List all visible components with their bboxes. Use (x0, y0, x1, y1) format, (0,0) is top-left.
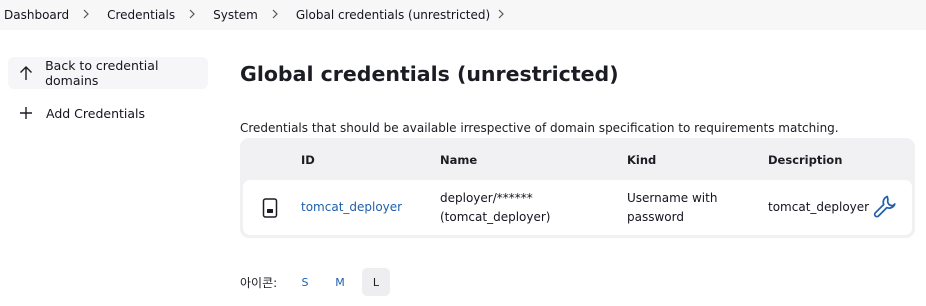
sidebar-item-label: Add Credentials (46, 105, 146, 121)
table-row: tomcat_deployer deployer/****** (tomcat_… (243, 180, 912, 235)
icon-size-medium-button[interactable]: M (326, 268, 354, 296)
icon-size-large-button[interactable]: L (362, 268, 390, 296)
column-header-description[interactable]: Description (768, 153, 842, 167)
breadcrumb-item-dashboard[interactable]: Dashboard (0, 8, 69, 22)
chevron-right-icon (258, 8, 292, 22)
page-description: Credentials that should be available irr… (240, 121, 839, 135)
chevron-right-icon (69, 8, 103, 22)
breadcrumb-item-credentials[interactable]: Credentials (103, 8, 175, 22)
icon-size-small-button[interactable]: S (291, 268, 319, 296)
breadcrumb: Dashboard Credentials System Global cred… (0, 0, 926, 30)
sidebar-item-label: Back to credential domains (45, 58, 159, 88)
column-header-name[interactable]: Name (440, 153, 477, 167)
credential-description: tomcat_deployer (768, 200, 870, 214)
column-header-id[interactable]: ID (301, 153, 315, 167)
arrow-up-icon (16, 63, 35, 83)
credential-name-line2: (tomcat_deployer) (440, 210, 551, 224)
sidebar-item-back-to-credential-domains[interactable]: Back to credential domains (8, 57, 208, 89)
credential-id-link[interactable]: tomcat_deployer (301, 198, 402, 217)
credential-card-icon (262, 198, 278, 221)
table-header: ID Name Kind Description (240, 138, 915, 180)
credential-name-line1: deployer/****** (440, 191, 533, 205)
wrench-icon[interactable] (872, 193, 898, 222)
column-header-kind[interactable]: Kind (627, 153, 656, 167)
credential-kind-line1: Username with (627, 191, 718, 205)
credential-kind-line2: password (627, 210, 684, 224)
chevron-right-icon (175, 8, 209, 22)
credentials-table: ID Name Kind Description tomcat_deployer… (240, 138, 915, 238)
plus-icon (16, 103, 36, 123)
sidebar-item-add-credentials[interactable]: Add Credentials (8, 97, 208, 129)
chevron-right-icon[interactable] (490, 8, 512, 22)
breadcrumb-item-system[interactable]: System (209, 8, 258, 22)
icon-size-label: 아이콘: (240, 276, 278, 290)
page-title: Global credentials (unrestricted) (240, 62, 619, 86)
breadcrumb-item-global-credentials[interactable]: Global credentials (unrestricted) (292, 8, 490, 22)
